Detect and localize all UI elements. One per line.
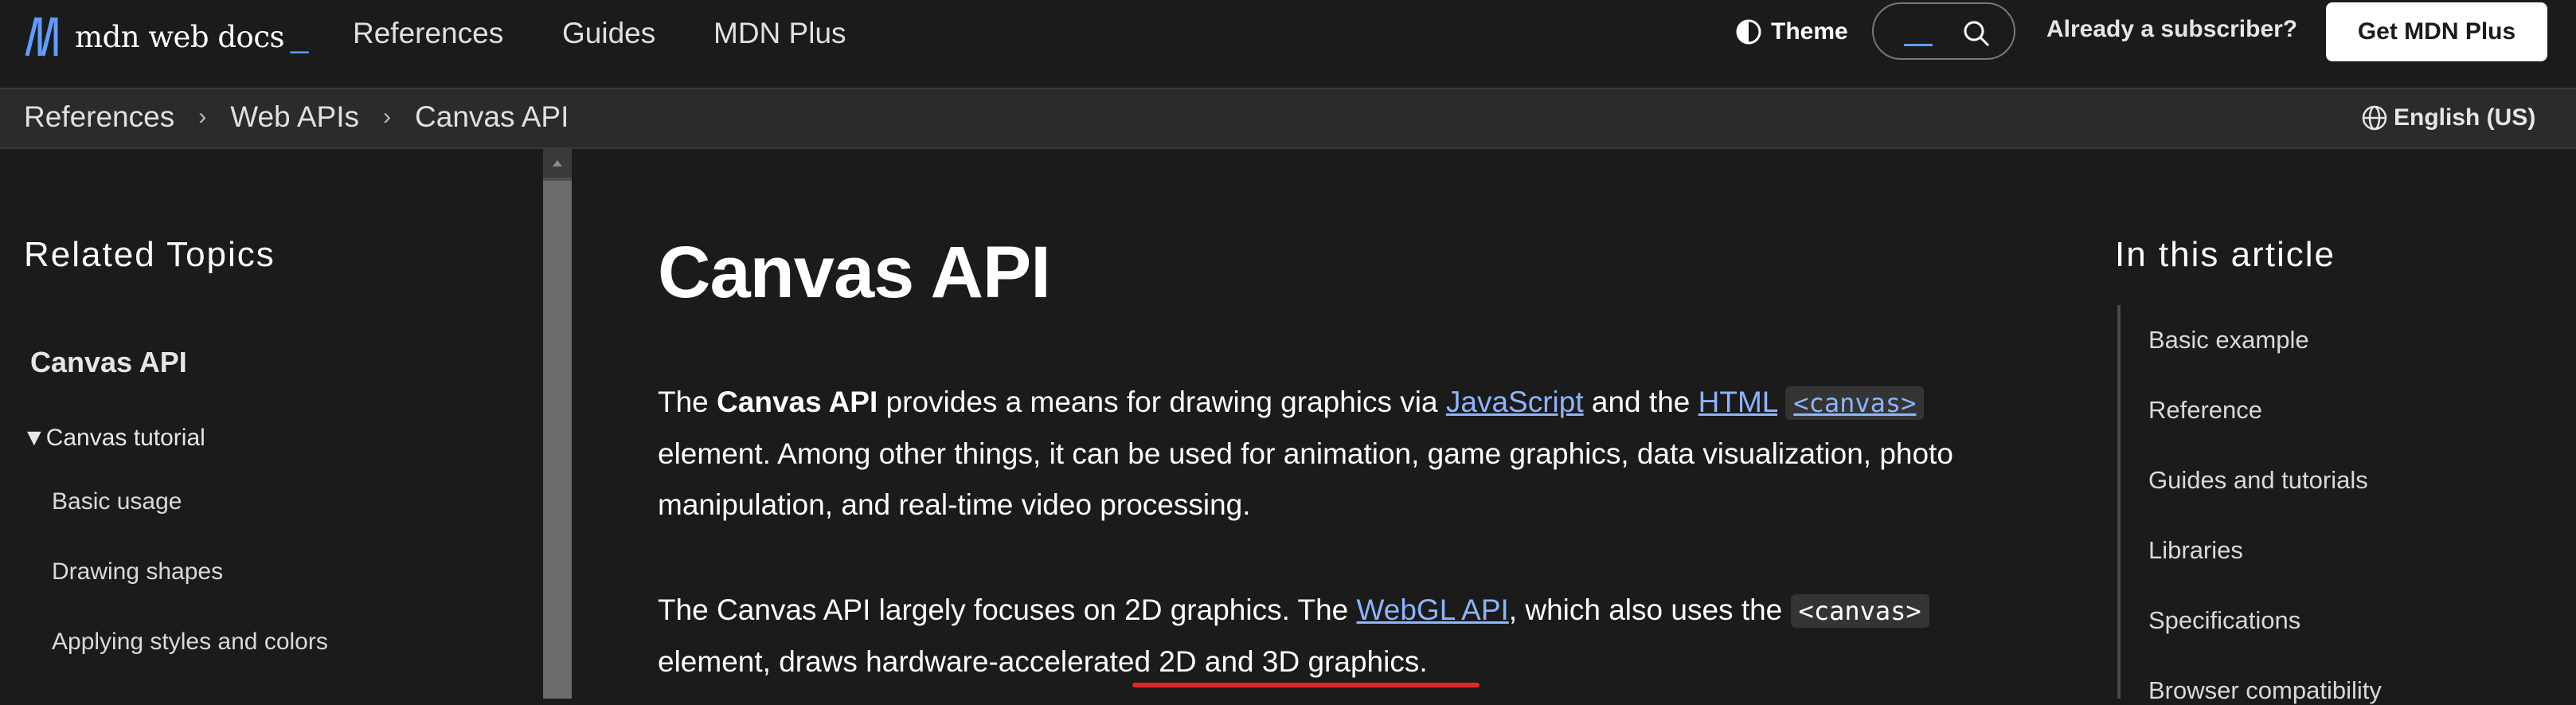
mdn-logo[interactable]: mdn web docs _ (24, 14, 308, 59)
sidebar-group-canvas-tutorial[interactable]: ▼Canvas tutorial (22, 425, 205, 452)
highlight-underline (1132, 683, 1480, 687)
text-run: provides a means for drawing graphics vi… (878, 386, 1446, 418)
toc-item-reference[interactable]: Reference (2148, 396, 2262, 425)
toc-item-libraries[interactable]: Libraries (2148, 536, 2243, 565)
html-link[interactable]: HTML (1698, 386, 1777, 418)
scroll-up-button[interactable] (543, 149, 572, 178)
search-cursor (1904, 44, 1933, 46)
logo-text: mdn web docs (75, 19, 285, 54)
webgl-paragraph: The Canvas API largely focuses on 2D gra… (658, 585, 2027, 687)
text-run: The Canvas API largely focuses on 2D gra… (658, 593, 1357, 626)
nav-mdn-plus[interactable]: MDN Plus (713, 13, 846, 54)
page-title: Canvas API (658, 232, 1051, 313)
breadcrumb: References › Web APIs › Canvas API (24, 100, 569, 134)
sidebar-item-canvas-api[interactable]: Canvas API (30, 346, 187, 379)
breadcrumb-bar: References › Web APIs › Canvas API Engli… (0, 89, 2576, 149)
bold-term: Canvas API (717, 386, 878, 418)
webgl-api-link[interactable]: WebGL API (1357, 593, 1509, 626)
sidebar: Related Topics Canvas API ▼Canvas tutori… (0, 149, 543, 699)
text-run: and the (1583, 386, 1698, 418)
nav-references[interactable]: References (353, 13, 503, 54)
globe-icon (2362, 105, 2387, 131)
get-mdn-plus-button[interactable]: Get MDN Plus (2326, 2, 2547, 61)
sidebar-item-drawing-shapes[interactable]: Drawing shapes (52, 558, 223, 586)
chevron-right-icon: › (198, 104, 207, 130)
toc-item-specifications[interactable]: Specifications (2148, 606, 2300, 635)
search-icon (1964, 21, 1990, 47)
text-run: , which also uses the (1508, 593, 1791, 626)
theme-label: Theme (1771, 18, 1848, 45)
mdn-logo-icon (25, 17, 58, 57)
breadcrumb-canvas-api[interactable]: Canvas API (415, 100, 569, 134)
subscriber-link[interactable]: Already a subscriber? (2046, 16, 2297, 43)
text-run: The (658, 386, 717, 418)
intro-paragraph: The Canvas API provides a means for draw… (658, 377, 2027, 531)
sidebar-item-styles-colors[interactable]: Applying styles and colors (52, 629, 328, 656)
toc-item-guides-tutorials[interactable]: Guides and tutorials (2148, 466, 2368, 495)
toc-rail (2117, 305, 2121, 699)
top-header: mdn web docs _ References Guides MDN Plu… (0, 0, 2576, 89)
toc-title: In this article (2115, 235, 2336, 274)
language-selector[interactable]: English (US) (2360, 104, 2535, 132)
javascript-link[interactable]: JavaScript (1446, 386, 1584, 418)
triangle-up-icon (553, 160, 562, 166)
text-run: element, draws hardware-accelerated 2D a… (658, 645, 1428, 678)
breadcrumb-references[interactable]: References (24, 100, 174, 134)
text-run: element. Among other things, it can be u… (658, 437, 1953, 521)
theme-icon (1736, 19, 1761, 45)
chevron-right-icon: › (383, 104, 392, 130)
logo-cursor: _ (291, 18, 309, 54)
sidebar-scrollbar[interactable] (543, 149, 572, 699)
theme-toggle[interactable]: Theme (1734, 11, 1848, 53)
search-input[interactable] (1872, 2, 2015, 60)
toc-item-basic-example[interactable]: Basic example (2148, 326, 2309, 354)
sidebar-title: Related Topics (24, 235, 276, 274)
sidebar-item-basic-usage[interactable]: Basic usage (52, 488, 182, 515)
canvas-code: <canvas> (1790, 594, 1929, 628)
breadcrumb-web-apis[interactable]: Web APIs (230, 100, 359, 134)
scroll-track-edge (543, 178, 572, 181)
toc-item-browser-compat[interactable]: Browser compatibility (2148, 676, 2382, 705)
canvas-element-link[interactable]: <canvas> (1785, 386, 1925, 420)
nav-guides[interactable]: Guides (562, 13, 655, 54)
language-label: English (US) (2394, 104, 2536, 131)
